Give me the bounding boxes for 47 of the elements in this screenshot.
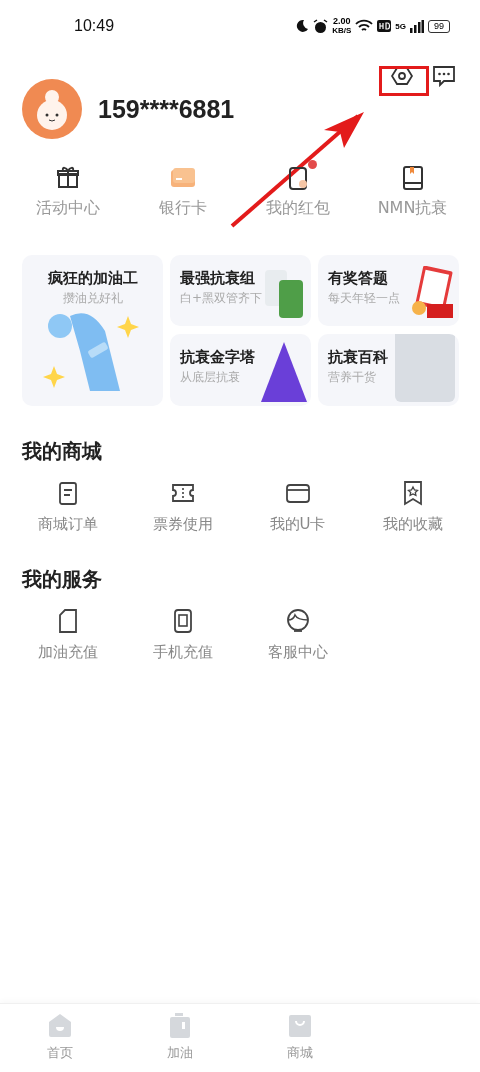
quick-link[interactable]: NMN抗衰	[355, 164, 470, 219]
promo-card[interactable]: 抗衰金字塔 从底层抗衰	[170, 334, 311, 406]
hd-icon	[377, 20, 392, 32]
battery-level: 99	[428, 19, 450, 33]
card-title: 有奖答题	[328, 269, 389, 288]
nav-tab[interactable]: 加油	[120, 1004, 240, 1072]
quick-link[interactable]: 我的红包	[240, 164, 355, 219]
status-time: 10:49	[74, 17, 115, 35]
menu-item[interactable]: 加油充值	[10, 607, 125, 662]
wifi-icon	[355, 19, 374, 33]
speed-unit: KB/S	[332, 26, 352, 35]
nav-tab[interactable]: 商城	[240, 1004, 360, 1072]
card-title: 抗衰金字塔	[180, 348, 256, 367]
quick-link[interactable]: 银行卡	[125, 164, 240, 219]
promo-card[interactable]: 最强抗衰组 白+黑双管齐下	[170, 255, 311, 326]
menu-item[interactable]: 我的U卡	[240, 479, 355, 534]
network-speed: 2.00	[333, 17, 351, 26]
home-icon	[46, 1012, 74, 1040]
menu-item[interactable]: 商城订单	[10, 479, 125, 534]
card-title: 疯狂的加油工	[47, 269, 138, 288]
card-subtitle: 从底层抗衰	[180, 369, 241, 386]
quick-link[interactable]: 活动中心	[10, 164, 125, 219]
photo-placeholder	[395, 334, 455, 402]
card-subtitle: 每天年轻一点	[328, 290, 401, 307]
section-title: 我的商城	[22, 438, 103, 465]
card-title: 抗衰百科	[328, 348, 389, 367]
alarm-icon	[313, 18, 329, 34]
promo-card[interactable]: 抗衰百科 营养干货	[318, 334, 459, 406]
menu-item[interactable]: 手机充值	[125, 607, 240, 662]
nav-tab[interactable]: 首页	[0, 1004, 120, 1072]
network-type: 5G	[395, 21, 406, 31]
card-subtitle: 营养干货	[328, 369, 377, 386]
menu-item[interactable]: 我的收藏	[355, 479, 470, 534]
pyramid-drawing	[261, 342, 307, 402]
signal-icon	[410, 19, 424, 33]
card-subtitle: 攒油兑好礼	[62, 290, 123, 307]
card-subtitle: 白+黑双管齐下	[180, 290, 264, 307]
promo-card[interactable]: 有奖答题 每天年轻一点	[318, 255, 459, 326]
shopping-bag-icon	[286, 1012, 314, 1040]
menu-item[interactable]: 客服中心	[240, 607, 355, 662]
menu-item[interactable]: 票券使用	[125, 479, 240, 534]
moon-icon	[295, 19, 310, 33]
promo-card[interactable]: 疯狂的加油工 攒油兑好礼	[22, 255, 163, 406]
highlight-box	[379, 66, 429, 96]
card-title: 最强抗衰组	[180, 269, 256, 288]
section-title: 我的服务	[22, 566, 103, 593]
phone-number: 159****6881	[98, 94, 235, 124]
